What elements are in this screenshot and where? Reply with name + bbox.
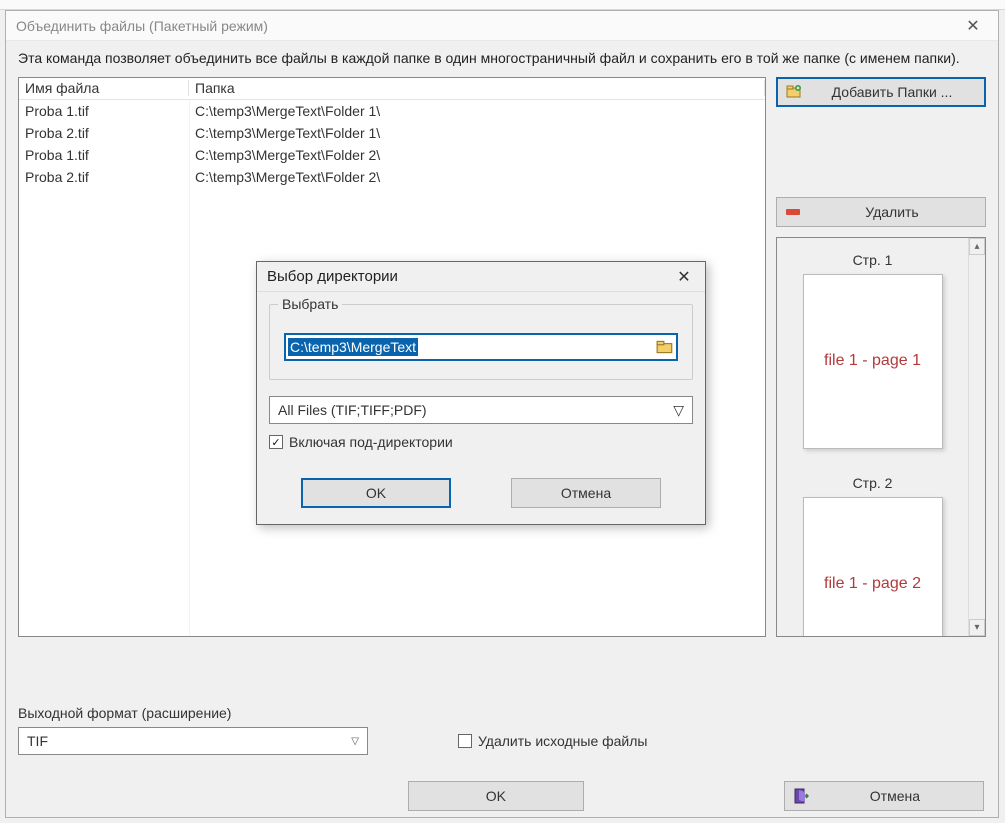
preview-scroll: Стр. 1 file 1 - page 1 Стр. 2 file 1 - p… bbox=[777, 238, 968, 636]
main-cancel-button[interactable]: Отмена bbox=[784, 781, 984, 811]
dialog-cancel-button[interactable]: Отмена bbox=[511, 478, 661, 508]
chevron-down-icon: ▽ bbox=[673, 402, 684, 419]
window-close-button[interactable]: ✕ bbox=[958, 16, 988, 36]
output-format-value: TIF bbox=[27, 733, 48, 749]
checkbox-checked-icon: ✓ bbox=[269, 435, 283, 449]
dialog-ok-button[interactable]: OK bbox=[301, 478, 451, 508]
preview-page-block: Стр. 2 file 1 - page 2 bbox=[787, 475, 958, 636]
include-subdirs-label: Включая под-директории bbox=[289, 434, 453, 450]
add-folders-button[interactable]: Добавить Папки ... bbox=[776, 77, 986, 107]
filter-value: All Files (TIF;TIFF;PDF) bbox=[278, 402, 427, 418]
cell-folder: C:\temp3\MergeText\Folder 1\ bbox=[189, 125, 765, 141]
table-row[interactable]: Proba 2.tif C:\temp3\MergeText\Folder 1\ bbox=[19, 122, 765, 144]
cell-folder: C:\temp3\MergeText\Folder 1\ bbox=[189, 103, 765, 119]
main-ok-button[interactable]: OK bbox=[408, 781, 584, 811]
preview-page-thumb[interactable]: file 1 - page 2 bbox=[803, 497, 943, 636]
scroll-down-icon[interactable]: ▾ bbox=[969, 619, 985, 636]
bottom-section: Выходной формат (расширение) TIF ▽ Удали… bbox=[6, 697, 998, 817]
dialog-buttons: OK Отмена bbox=[257, 466, 705, 524]
preview-page-label: Стр. 2 bbox=[787, 475, 958, 491]
table-header: Имя файла Папка bbox=[19, 78, 765, 100]
remove-button[interactable]: Удалить bbox=[776, 197, 986, 227]
cell-folder: C:\temp3\MergeText\Folder 2\ bbox=[189, 147, 765, 163]
preview-page-thumb[interactable]: file 1 - page 1 bbox=[803, 274, 943, 449]
cell-name: Proba 1.tif bbox=[19, 147, 189, 163]
dialog-ok-label: OK bbox=[366, 485, 386, 501]
right-column: Добавить Папки ... Удалить Стр. 1 file 1… bbox=[776, 77, 986, 637]
door-exit-icon bbox=[793, 788, 809, 804]
browse-folder-icon[interactable] bbox=[656, 338, 674, 356]
ruler-strip bbox=[0, 0, 1005, 10]
remove-label: Удалить bbox=[807, 204, 977, 220]
output-format-combo[interactable]: TIF ▽ bbox=[18, 727, 368, 755]
preview-page-block: Стр. 1 file 1 - page 1 bbox=[787, 252, 958, 449]
output-format-label: Выходной формат (расширение) bbox=[18, 705, 986, 721]
include-subdirs-checkbox[interactable]: ✓ Включая под-директории bbox=[269, 434, 693, 450]
window-title: Объединить файлы (Пакетный режим) bbox=[16, 18, 958, 34]
delete-originals-label: Удалить исходные файлы bbox=[478, 733, 647, 749]
table-row[interactable]: Proba 1.tif C:\temp3\MergeText\Folder 2\ bbox=[19, 144, 765, 166]
path-input-value: C:\temp3\MergeText bbox=[288, 338, 418, 356]
preview-page-label: Стр. 1 bbox=[787, 252, 958, 268]
titlebar: Объединить файлы (Пакетный режим) ✕ bbox=[6, 11, 998, 41]
preview-page-content: file 1 - page 1 bbox=[824, 352, 921, 370]
folder-add-icon bbox=[786, 84, 802, 100]
path-input[interactable]: C:\temp3\MergeText bbox=[284, 333, 678, 361]
dialog-close-button[interactable]: ✕ bbox=[673, 267, 695, 287]
ok-label: OK bbox=[486, 788, 506, 804]
dialog-cancel-label: Отмена bbox=[561, 485, 611, 501]
preview-scrollbar[interactable]: ▴ ▾ bbox=[968, 238, 985, 636]
dialog-title-text: Выбор директории bbox=[267, 268, 673, 285]
column-header-folder[interactable]: Папка bbox=[189, 80, 765, 96]
cancel-label: Отмена bbox=[815, 788, 975, 804]
description-text: Эта команда позволяет объединить все фай… bbox=[6, 41, 998, 77]
table-row[interactable]: Proba 2.tif C:\temp3\MergeText\Folder 2\ bbox=[19, 166, 765, 188]
checkbox-box-icon bbox=[458, 734, 472, 748]
scroll-up-icon[interactable]: ▴ bbox=[969, 238, 985, 255]
spacer bbox=[776, 107, 986, 197]
remove-icon bbox=[785, 204, 801, 220]
table-row[interactable]: Proba 1.tif C:\temp3\MergeText\Folder 1\ bbox=[19, 100, 765, 122]
preview-pane: Стр. 1 file 1 - page 1 Стр. 2 file 1 - p… bbox=[776, 237, 986, 637]
cell-name: Proba 2.tif bbox=[19, 125, 189, 141]
main-window: Объединить файлы (Пакетный режим) ✕ Эта … bbox=[5, 10, 999, 818]
cell-name: Proba 1.tif bbox=[19, 103, 189, 119]
cell-folder: C:\temp3\MergeText\Folder 2\ bbox=[189, 169, 765, 185]
chevron-down-icon: ▽ bbox=[351, 736, 359, 747]
dialog-titlebar: Выбор директории ✕ bbox=[257, 262, 705, 292]
directory-dialog: Выбор директории ✕ Выбрать C:\temp3\Merg… bbox=[256, 261, 706, 525]
cell-name: Proba 2.tif bbox=[19, 169, 189, 185]
path-group-legend: Выбрать bbox=[278, 296, 342, 312]
delete-originals-checkbox[interactable]: Удалить исходные файлы bbox=[458, 733, 647, 749]
path-group: Выбрать C:\temp3\MergeText bbox=[269, 304, 693, 380]
add-folders-label: Добавить Папки ... bbox=[808, 84, 976, 100]
column-header-name[interactable]: Имя файла bbox=[19, 80, 189, 96]
preview-page-content: file 1 - page 2 bbox=[824, 575, 921, 593]
file-filter-combo[interactable]: All Files (TIF;TIFF;PDF) ▽ bbox=[269, 396, 693, 424]
